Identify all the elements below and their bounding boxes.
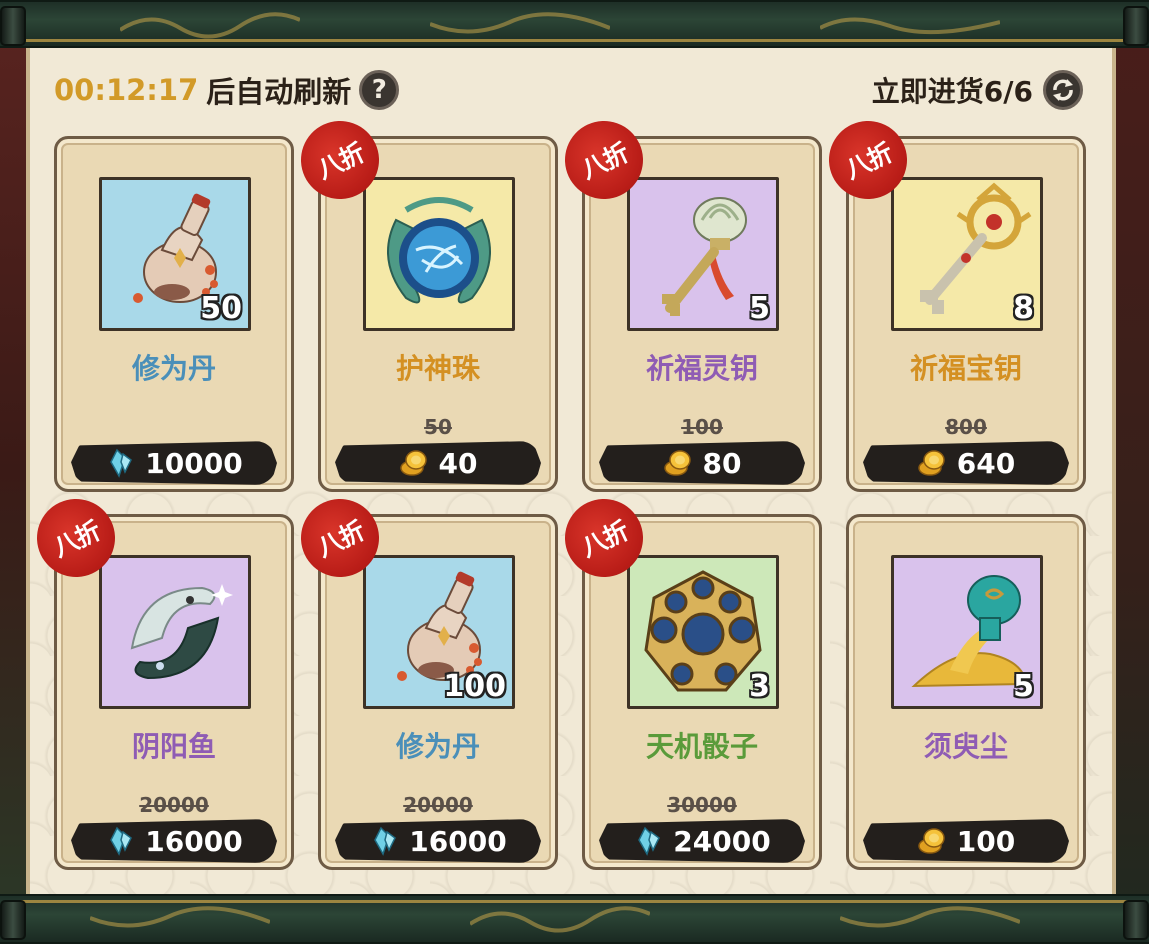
item-price: 80 [702, 446, 742, 480]
item-price: 100 [956, 824, 1016, 858]
item-quantity: 8 [1013, 291, 1034, 326]
discount-label: 八折 [312, 138, 369, 185]
item-name: 须臾尘 [923, 730, 1008, 763]
item-quantity: 3 [749, 669, 770, 704]
item-icon-frame [363, 177, 515, 331]
shop-item-card-8[interactable]: 5 须臾尘 100 [846, 514, 1086, 870]
item-original-price: 50 [424, 415, 452, 439]
help-icon[interactable]: ? [359, 70, 400, 110]
gold-coin-icon [917, 448, 947, 478]
discount-label: 八折 [48, 516, 105, 563]
rod-knob-right [1123, 6, 1149, 46]
shop-item-card-3[interactable]: 5 祈福灵钥 100 80 八折 [552, 108, 822, 492]
item-original-price: 30000 [667, 793, 737, 817]
restock-button[interactable]: 立即进货6/6 [872, 70, 1083, 110]
item-name: 阴阳鱼 [131, 730, 216, 763]
discount-label: 八折 [576, 138, 633, 185]
discount-label: 八折 [576, 516, 633, 563]
item-icon-frame: 100 [363, 555, 515, 709]
refresh-timer-row: 00:12:17 后自动刷新 ? [54, 70, 400, 110]
scroll-rod-bottom [0, 894, 1149, 944]
item-quantity: 5 [1013, 669, 1034, 704]
wave-ornament-icon [840, 906, 1020, 928]
item-icon-frame [99, 555, 251, 709]
item-price: 10000 [145, 446, 243, 480]
item-icon-frame: 5 [627, 177, 779, 331]
item-name: 护神珠 [395, 352, 480, 385]
gold-coin-icon [917, 826, 947, 856]
wave-ornament-icon [430, 12, 610, 34]
price-button[interactable]: 16000 [335, 819, 541, 863]
rod-knob-right [1123, 900, 1149, 940]
item-original-price: 20000 [403, 793, 473, 817]
refresh-countdown: 00:12:17 [54, 73, 199, 107]
crystal-icon [633, 826, 663, 856]
wave-ornament-icon [470, 906, 650, 933]
gold-coin-icon [399, 448, 429, 478]
wave-ornament-icon [820, 17, 1000, 35]
item-quantity: 50 [200, 291, 242, 326]
rod-knob-left [0, 6, 26, 46]
item-name: 祈福灵钥 [645, 352, 758, 385]
item-original-price: 800 [945, 415, 987, 439]
gold-coin-icon [663, 448, 693, 478]
price-button[interactable]: 24000 [599, 819, 805, 863]
item-name: 祈福宝钥 [909, 352, 1022, 385]
item-name: 修为丹 [131, 352, 216, 385]
price-button[interactable]: 100 [863, 819, 1069, 863]
shop-item-card-6[interactable]: 100 修为丹 20000 16000 八折 [288, 486, 558, 870]
item-icon-frame: 50 [99, 177, 251, 331]
shop-item-card-5[interactable]: 阴阳鱼 20000 16000 八折 [24, 486, 294, 870]
price-button[interactable]: 10000 [71, 441, 277, 485]
item-price: 16000 [409, 824, 507, 858]
price-button[interactable]: 16000 [71, 819, 277, 863]
refresh-icon[interactable] [1043, 70, 1083, 110]
shop-item-card-2[interactable]: 护神珠 50 40 八折 [288, 108, 558, 492]
scroll-rod-top [0, 0, 1149, 48]
item-original-price: 20000 [139, 793, 209, 817]
item-icon-frame: 8 [891, 177, 1043, 331]
rod-knob-left [0, 900, 26, 940]
discount-label: 八折 [840, 138, 897, 185]
item-quantity: 5 [749, 291, 770, 326]
item-quantity: 100 [443, 669, 506, 704]
price-button[interactable]: 80 [599, 441, 805, 485]
crystal-icon [369, 826, 399, 856]
shop-item-card-7[interactable]: 3 天机骰子 30000 24000 八折 [552, 486, 822, 870]
item-price: 640 [956, 446, 1016, 480]
shop-item-card-4[interactable]: 8 祈福宝钥 800 640 八折 [816, 108, 1086, 492]
item-name: 天机骰子 [645, 730, 758, 763]
item-original-price: 100 [681, 415, 723, 439]
item-price: 24000 [673, 824, 771, 858]
item-icon-frame: 3 [627, 555, 779, 709]
shop-item-card-1[interactable]: 50 修为丹 10000 [54, 136, 294, 492]
restock-label: 立即进货6/6 [871, 75, 1033, 108]
price-button[interactable]: 640 [863, 441, 1069, 485]
item-price: 16000 [145, 824, 243, 858]
crystal-icon [105, 826, 135, 856]
discount-label: 八折 [312, 516, 369, 563]
wave-ornament-icon [90, 906, 270, 928]
refresh-label: 后自动刷新 [206, 75, 352, 109]
price-button[interactable]: 40 [335, 441, 541, 485]
wave-ornament-icon [120, 12, 300, 39]
item-icon-frame: 5 [891, 555, 1043, 709]
item-name: 修为丹 [395, 730, 480, 763]
crystal-icon [105, 448, 135, 478]
item-price: 40 [438, 446, 478, 480]
